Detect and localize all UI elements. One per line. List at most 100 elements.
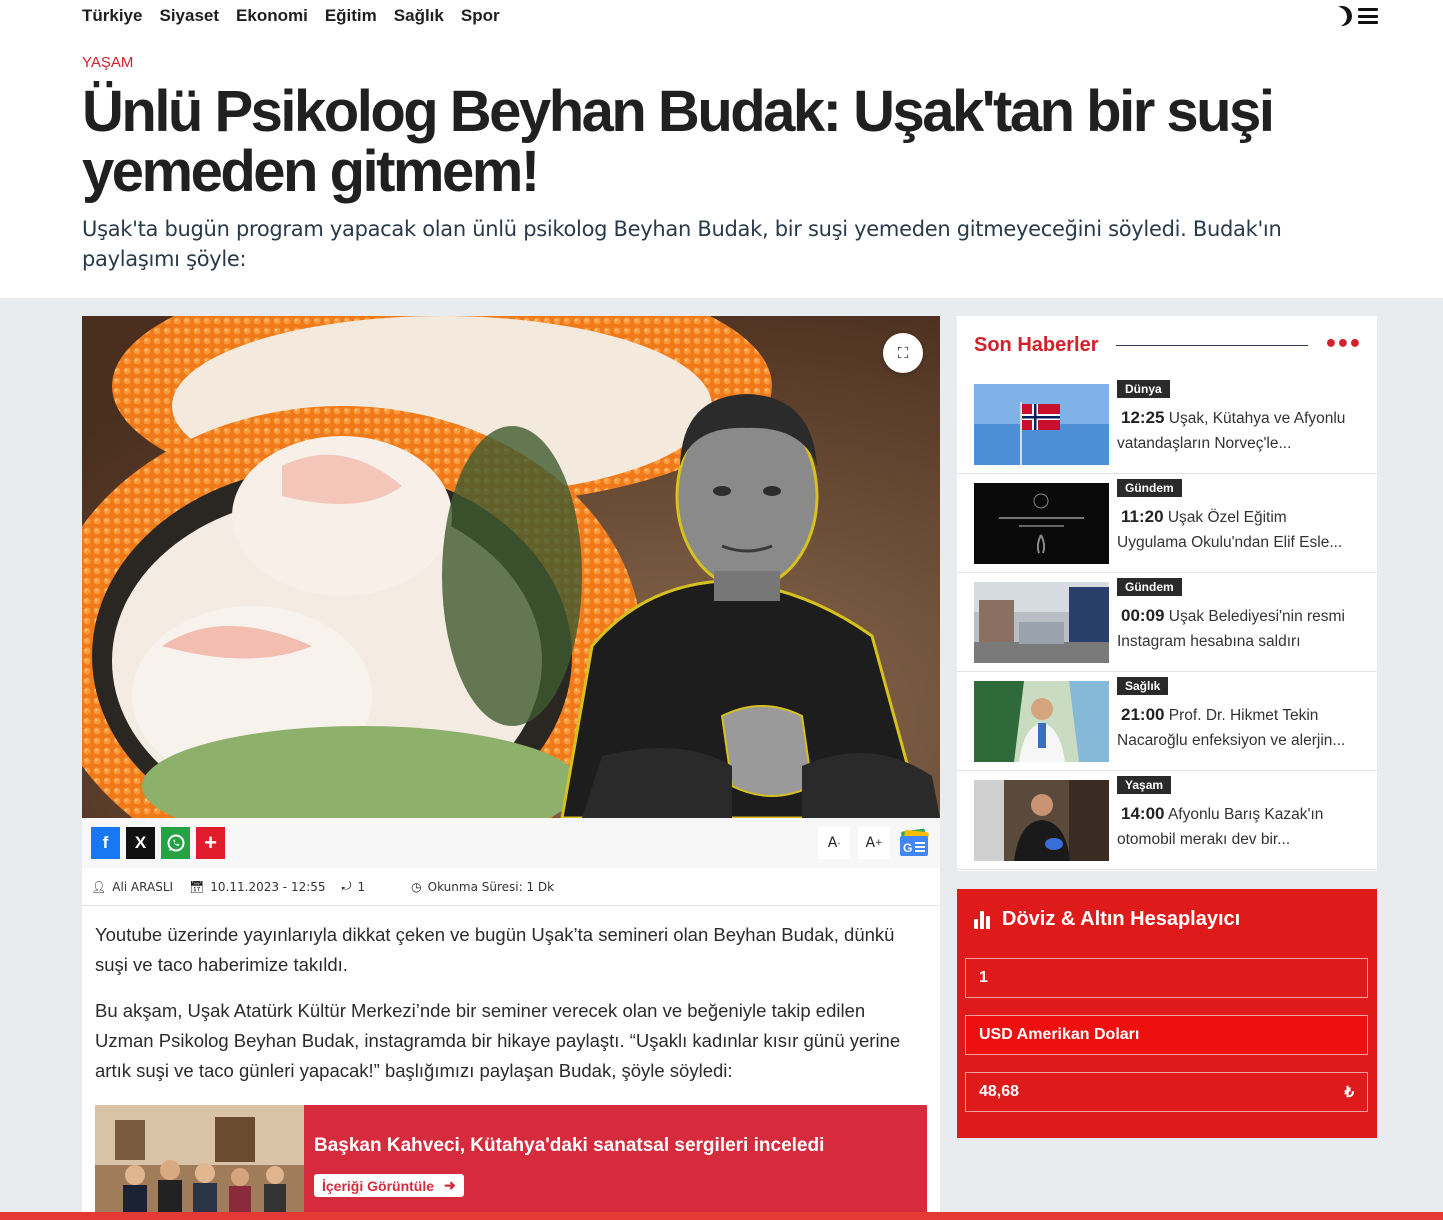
reading-time: ◷ Okunma Süresi: 1 Dk	[411, 880, 554, 894]
news-category-badge[interactable]: Yaşam	[1117, 776, 1172, 794]
whatsapp-share-button[interactable]	[161, 827, 190, 859]
related-article-image	[95, 1105, 304, 1220]
result-field: 48,68 ₺	[965, 1072, 1368, 1112]
news-time: 12:25	[1121, 408, 1165, 427]
currency-select[interactable]: USD Amerikan Doları	[965, 1015, 1368, 1055]
calendar-icon: 📅︎	[189, 879, 205, 894]
article-meta: 👤︎ Ali ARASLI 📅︎ 10.11.2023 - 12:55 ⤾ 1 ◷ Ok…	[82, 868, 940, 906]
whatsapp-icon	[167, 834, 184, 852]
nav-item-egitim[interactable]: Eğitim	[325, 6, 377, 26]
news-title-line2: Uygulama Okulu'ndan Elif Esle...	[1117, 534, 1343, 551]
article-body: Youtube üzerinde yayınlarıyla dikkat çek…	[95, 920, 925, 1102]
share-count: ⤾ 1	[342, 879, 366, 894]
google-news-logo: G	[900, 828, 929, 856]
news-category-badge[interactable]: Gündem	[1117, 578, 1182, 596]
user-icon: 👤︎	[91, 879, 107, 894]
facebook-share-button[interactable]: f	[91, 827, 120, 859]
news-text: 21:00 Prof. Dr. Hikmet Tekin Nacaroğlu e…	[1117, 702, 1365, 753]
news-thumbnail	[974, 384, 1109, 465]
hamburger-menu-icon[interactable]	[1358, 8, 1378, 24]
currency-calculator-widget: Döviz & Altın Hesaplayıcı 1 USD Amerikan…	[957, 889, 1377, 1138]
related-article-title[interactable]: Başkan Kahveci, Kütahya'daki sanatsal se…	[314, 1135, 824, 1157]
news-category-badge[interactable]: Gündem	[1117, 479, 1182, 497]
news-item[interactable]: Gündem 11:20 Uşak Özel Eğitim Uygulama O…	[957, 474, 1377, 573]
svg-text:G: G	[903, 841, 912, 855]
view-content-button[interactable]: İçeriği Görüntüle ➜	[314, 1174, 464, 1197]
article-container: ⛶ f X + A- A + G 👤︎ Ali ARASLI 📅︎ 10.11.…	[82, 316, 940, 1220]
amount-value: 1	[979, 969, 988, 986]
nav-item-siyaset[interactable]: Siyaset	[159, 6, 219, 26]
news-time: 14:00	[1121, 804, 1165, 823]
paragraph: Bu akşam, Uşak Atatürk Kültür Merkezi’nd…	[95, 1000, 901, 1081]
nav-item-spor[interactable]: Spor	[461, 6, 500, 26]
news-text: 12:25 Uşak, Kütahya ve Afyonlu vatandaşl…	[1117, 405, 1365, 456]
nav-item-turkiye[interactable]: Türkiye	[82, 6, 142, 26]
result-value: 48,68	[979, 1083, 1020, 1100]
news-title-line1: Afyonlu Barış Kazak'ın	[1167, 806, 1324, 823]
font-size-controls: A- A + G	[818, 827, 932, 859]
news-item[interactable]: Gündem 00:09 Uşak Belediyesi'nin resmi I…	[957, 573, 1377, 672]
nav-item-ekonomi[interactable]: Ekonomi	[236, 6, 308, 26]
publish-date: 📅︎ 10.11.2023 - 12:55	[189, 880, 325, 894]
news-item[interactable]: Yaşam 14:00 Afyonlu Barış Kazak'ın otomo…	[957, 771, 1377, 870]
news-text: 00:09 Uşak Belediyesi'nin resmi Instagra…	[1117, 603, 1365, 654]
news-title-line2: Instagram hesabına saldırı	[1117, 633, 1301, 650]
news-item[interactable]: Dünya 12:25 Uşak, Kütahya ve Afyonlu vat…	[957, 375, 1377, 474]
currency-header: Döviz & Altın Hesaplayıcı	[957, 889, 1377, 931]
news-title-line1: Prof. Dr. Hikmet Tekin	[1168, 707, 1319, 724]
share-icon: ⤾	[341, 879, 352, 893]
view-content-label: İçeriği Görüntüle	[322, 1177, 435, 1194]
paragraph: Youtube üzerinde yayınlarıyla dikkat çek…	[95, 924, 895, 975]
latest-news-header: Son Haberler •••	[957, 316, 1377, 374]
news-item[interactable]: Sağlık 21:00 Prof. Dr. Hikmet Tekin Naca…	[957, 672, 1377, 771]
article-summary: Uşak'ta bugün program yapacak olan ünlü …	[82, 217, 1282, 271]
news-time: 11:20	[1121, 507, 1164, 526]
font-decrease-button[interactable]: A-	[818, 827, 850, 859]
news-thumbnail	[974, 780, 1109, 861]
news-title-line1: Uşak Özel Eğitim	[1167, 509, 1287, 526]
hero-image: ⛶	[82, 316, 940, 818]
news-thumbnail	[974, 582, 1109, 663]
news-title-line2: otomobil merakı dev bir...	[1117, 831, 1291, 848]
header-divider	[1116, 344, 1308, 346]
arrow-right-icon: ➜	[444, 1177, 456, 1193]
news-title-line1: Uşak, Kütahya ve Afyonlu	[1168, 410, 1346, 427]
latest-news-title: Son Haberler	[974, 333, 1099, 356]
news-category-badge[interactable]: Dünya	[1117, 380, 1170, 398]
article-title: Ünlü Psikolog Beyhan Budak: Uşak'tan bir…	[82, 79, 1275, 204]
clock-icon: ◷	[411, 879, 422, 894]
news-text: 11:20 Uşak Özel Eğitim Uygulama Okulu'nd…	[1117, 504, 1365, 555]
selected-currency: USD Amerikan Doları	[979, 1026, 1140, 1043]
bar-chart-icon	[974, 910, 990, 929]
sushi-and-portrait-illustration	[82, 316, 940, 818]
currency-title: Döviz & Altın Hesaplayıcı	[1002, 908, 1241, 930]
font-increase-label: A	[865, 835, 876, 851]
top-navigation: Türkiye Siyaset Ekonomi Eğitim Sağlık Sp…	[82, 0, 1378, 32]
font-decrease-label: A	[827, 835, 838, 851]
news-title-line1: Uşak Belediyesi'nin resmi	[1168, 608, 1345, 625]
x-share-button[interactable]: X	[126, 827, 155, 859]
lira-symbol: ₺	[1344, 1084, 1354, 1101]
fullscreen-icon[interactable]: ⛶	[883, 333, 923, 373]
bottom-accent-bar	[0, 1212, 1443, 1220]
share-bar: f X + A- A + G	[82, 818, 940, 868]
news-category-badge[interactable]: Sağlık	[1117, 677, 1169, 695]
share-count-text: 1	[357, 879, 366, 894]
more-dots-icon[interactable]: •••	[1324, 334, 1362, 356]
amount-input[interactable]: 1	[965, 958, 1368, 998]
related-article-text: Başkan Kahveci, Kütahya'daki sanatsal se…	[304, 1105, 824, 1220]
news-thumbnail	[974, 681, 1109, 762]
more-share-button[interactable]: +	[196, 827, 225, 859]
font-increase-button[interactable]: A +	[858, 827, 890, 859]
moon-icon[interactable]	[1329, 3, 1355, 29]
google-news-icon[interactable]: G	[898, 828, 932, 858]
news-thumbnail	[974, 483, 1109, 564]
nav-item-saglik[interactable]: Sağlık	[394, 6, 444, 26]
news-time: 21:00	[1121, 705, 1165, 724]
header-icons	[1332, 6, 1378, 26]
news-title-line2: Nacaroğlu enfeksiyon ve alerjin...	[1117, 732, 1346, 749]
author: 👤︎ Ali ARASLI	[91, 880, 173, 894]
reading-time-text: Okunma Süresi: 1 Dk	[427, 879, 555, 894]
related-article-card[interactable]: Başkan Kahveci, Kütahya'daki sanatsal se…	[95, 1105, 927, 1220]
article-category[interactable]: YAŞAM	[82, 54, 133, 71]
